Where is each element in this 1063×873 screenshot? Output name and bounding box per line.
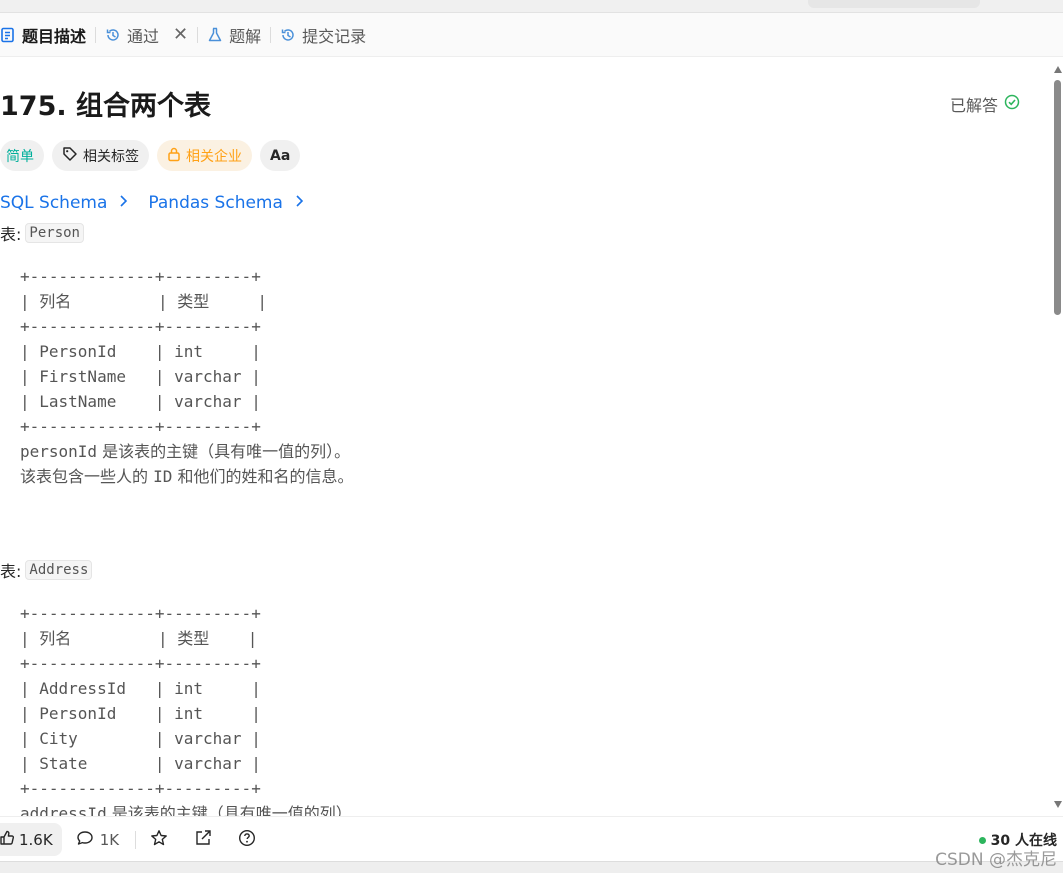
desc-text: 和他们的姓和名的信息。 bbox=[172, 467, 354, 486]
star-icon bbox=[150, 829, 168, 851]
footer-strip bbox=[0, 861, 1063, 873]
external-link-icon bbox=[194, 829, 212, 851]
person-schema-table: +-------------+---------+ | 列名 | 类型 | +-… bbox=[20, 267, 268, 436]
watermark: CSDN @杰克尼 bbox=[935, 850, 1057, 870]
tab-solutions[interactable]: 题解 bbox=[198, 23, 270, 47]
history-icon bbox=[280, 27, 296, 43]
translate-button[interactable]: Aa bbox=[260, 140, 301, 171]
person-desc-line1: personId 是该表的主键（具有唯一值的列）。 bbox=[20, 439, 350, 464]
thumbs-up-icon bbox=[0, 830, 15, 850]
comment-count: 1K bbox=[99, 830, 120, 849]
like-button[interactable]: 1.6K bbox=[0, 823, 62, 856]
table-name-chip: Person bbox=[25, 223, 84, 243]
desc-text: 是该表的主键（具有唯一值的列） bbox=[106, 804, 352, 816]
solved-label: 已解答 bbox=[949, 96, 998, 115]
lock-icon bbox=[167, 146, 181, 166]
comment-icon bbox=[76, 830, 94, 850]
solved-status: 已解答 bbox=[950, 92, 1020, 116]
scrollbar[interactable] bbox=[1052, 56, 1063, 816]
problem-tabs: 题目描述 通过 ✕ 题解 提交记录 bbox=[0, 13, 1063, 57]
pandas-schema-label: Pandas Schema bbox=[148, 193, 283, 213]
translate-icon: Aa bbox=[270, 147, 291, 164]
tag-row: 简单 相关标签 相关企业 Aa bbox=[0, 140, 301, 171]
address-schema-table: +-------------+---------+ | 列名 | 类型 | +-… bbox=[20, 604, 261, 798]
help-button[interactable] bbox=[238, 829, 256, 851]
scroll-up-arrow-icon[interactable] bbox=[1054, 66, 1062, 73]
difficulty-badge: 简单 bbox=[0, 140, 44, 171]
comments-button[interactable]: 1K bbox=[76, 830, 119, 850]
desc-code: personId bbox=[20, 442, 98, 461]
close-icon[interactable]: ✕ bbox=[173, 24, 188, 45]
tab-submissions[interactable]: 提交记录 bbox=[271, 23, 375, 47]
tab-accepted[interactable]: 通过 ✕ bbox=[96, 23, 197, 47]
browser-top-strip bbox=[0, 0, 1063, 13]
desc-code: addressId bbox=[20, 804, 107, 816]
chevron-right-icon bbox=[295, 193, 304, 213]
chevron-right-icon bbox=[119, 193, 128, 213]
desc-text: 该表包含一些人的 bbox=[20, 467, 154, 486]
related-companies-label: 相关企业 bbox=[186, 148, 242, 165]
desc-code: ID bbox=[153, 467, 173, 486]
pandas-schema-link[interactable]: Pandas Schema bbox=[148, 193, 304, 213]
question-circle-icon bbox=[238, 829, 256, 851]
address-table-label: 表: Address bbox=[0, 558, 93, 582]
tab-solutions-label: 题解 bbox=[229, 26, 262, 46]
like-count: 1.6K bbox=[19, 830, 53, 849]
scroll-down-arrow-icon[interactable] bbox=[1054, 801, 1062, 808]
online-dot-icon bbox=[978, 836, 986, 844]
tab-accepted-label: 通过 bbox=[127, 26, 160, 46]
tab-description-label: 题目描述 bbox=[22, 26, 87, 46]
check-circle-icon bbox=[1004, 94, 1020, 114]
problem-title[interactable]: 175. 组合两个表 bbox=[0, 84, 211, 123]
related-companies-button[interactable]: 相关企业 bbox=[157, 140, 252, 171]
description-icon bbox=[0, 27, 16, 43]
related-tags-label: 相关标签 bbox=[83, 148, 139, 165]
schema-links: SQL Schema Pandas Schema bbox=[0, 193, 304, 213]
related-tags-button[interactable]: 相关标签 bbox=[52, 140, 149, 171]
table-prefix: 表: bbox=[0, 225, 22, 244]
person-desc-line2: 该表包含一些人的 ID 和他们的姓和名的信息。 bbox=[20, 464, 353, 489]
sql-schema-link[interactable]: SQL Schema bbox=[0, 193, 128, 213]
bottom-action-bar: 1.6K 1K 30 人在线 bbox=[0, 816, 1063, 862]
person-table-label: 表: Person bbox=[0, 221, 84, 245]
sql-schema-label: SQL Schema bbox=[0, 193, 108, 213]
table-name-chip: Address bbox=[25, 560, 93, 580]
problem-content[interactable]: 175. 组合两个表 已解答 简单 相关标签 相关企业 Aa SQL Schem… bbox=[0, 56, 1052, 816]
history-icon bbox=[105, 27, 121, 43]
tab-submissions-label: 提交记录 bbox=[302, 26, 367, 46]
flask-icon bbox=[207, 27, 223, 43]
address-pill bbox=[808, 0, 980, 8]
divider bbox=[135, 830, 137, 849]
tag-icon bbox=[62, 146, 78, 166]
tab-description[interactable]: 题目描述 bbox=[0, 23, 95, 47]
address-desc-line1: addressId 是该表的主键（具有唯一值的列） bbox=[20, 801, 352, 816]
favorite-button[interactable] bbox=[150, 829, 168, 851]
scroll-thumb[interactable] bbox=[1054, 80, 1061, 315]
desc-text: 是该表的主键（具有唯一值的列）。 bbox=[97, 442, 351, 461]
table-prefix: 表: bbox=[0, 562, 22, 581]
share-button[interactable] bbox=[194, 829, 212, 851]
